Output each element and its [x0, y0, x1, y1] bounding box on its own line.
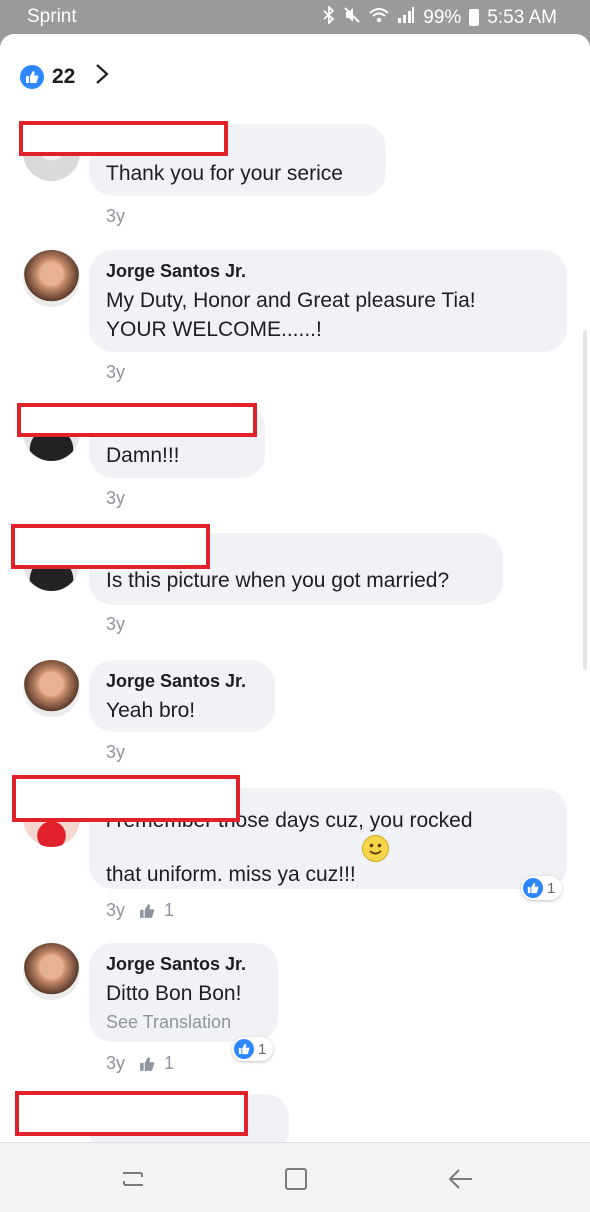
- comment-text: Is this picture when you got married?: [106, 569, 450, 592]
- comment-time[interactable]: 3y: [106, 1053, 125, 1074]
- see-translation-link[interactable]: See Translation: [106, 1012, 261, 1033]
- home-icon[interactable]: [278, 1161, 314, 1197]
- avatar[interactable]: [23, 943, 80, 1000]
- reaction-badge[interactable]: 1: [232, 1037, 274, 1061]
- comment-text: Ditto Bon Bon!: [106, 982, 242, 1005]
- comment-time[interactable]: 3y: [106, 362, 125, 383]
- like-count-value: 1: [164, 1053, 175, 1073]
- reaction-count: 1: [258, 1040, 267, 1058]
- comment-time[interactable]: 3y: [106, 488, 125, 509]
- status-bar: Sprint 99% 5:53 AM: [0, 0, 590, 34]
- chevron-right-icon[interactable]: [95, 63, 110, 90]
- comment-author[interactable]: Jorge Santos Jr.: [106, 261, 550, 282]
- like-count: 22: [52, 64, 76, 88]
- like-count-value: 1: [164, 900, 175, 920]
- avatar[interactable]: [23, 250, 80, 307]
- redaction-box: [19, 121, 228, 156]
- comment-time[interactable]: 3y: [106, 900, 125, 921]
- reaction-badge[interactable]: 1: [521, 876, 563, 900]
- thumbs-up-icon: [140, 903, 155, 918]
- battery-icon: [469, 9, 480, 26]
- reaction-count: 1: [547, 879, 556, 897]
- redaction-box: [15, 1091, 248, 1136]
- like-icon: [523, 878, 543, 898]
- redaction-box: [17, 403, 257, 437]
- navigation-bar: [0, 1142, 590, 1212]
- comment-time[interactable]: 3y: [106, 614, 125, 635]
- scrollbar[interactable]: [583, 330, 587, 670]
- comment-time[interactable]: 3y: [106, 206, 125, 227]
- comment-meta: 3y: [106, 614, 125, 635]
- comment-author[interactable]: Jorge Santos Jr.: [106, 671, 258, 692]
- redaction-box: [12, 775, 240, 822]
- reactions-summary[interactable]: 22: [20, 63, 110, 90]
- like-icon: [20, 64, 44, 89]
- bluetooth-icon: [323, 4, 335, 29]
- recent-apps-icon[interactable]: [115, 1161, 151, 1197]
- comment-like-count[interactable]: 1: [139, 1053, 174, 1074]
- comment-meta: 3y: [106, 742, 125, 763]
- back-icon[interactable]: [443, 1161, 479, 1197]
- avatar[interactable]: [23, 660, 80, 717]
- thumbs-up-icon: [140, 1056, 155, 1071]
- comment-time[interactable]: 3y: [106, 742, 125, 763]
- comment-bubble[interactable]: Jorge Santos Jr. Ditto Bon Bon! See Tran…: [89, 943, 278, 1042]
- comment-text: Thank you for your serice: [106, 162, 343, 185]
- comment-meta: 3y 1: [106, 900, 174, 921]
- comment-text: My Duty, Honor and Great pleasure Tia! Y…: [106, 289, 476, 341]
- signal-icon: [397, 7, 415, 28]
- like-icon: [234, 1039, 254, 1059]
- comment-author[interactable]: Jorge Santos Jr.: [106, 954, 261, 975]
- comments-sheet: 22 Thank you for your serice 3y Jorge Sa…: [0, 34, 590, 1142]
- comment-meta: 3y: [106, 488, 125, 509]
- redaction-box: [11, 524, 210, 569]
- comment-meta: 3y 1: [106, 1053, 174, 1074]
- comment-bubble[interactable]: Jorge Santos Jr. My Duty, Honor and Grea…: [89, 250, 567, 352]
- status-indicators: 99% 5:53 AM: [323, 4, 557, 29]
- comment-text: Yeah bro!: [106, 699, 196, 722]
- clock: 5:53 AM: [487, 6, 557, 28]
- comment-like-count[interactable]: 1: [139, 900, 174, 921]
- comment-bubble[interactable]: Jorge Santos Jr. Yeah bro!: [89, 660, 275, 732]
- mute-icon: [343, 6, 361, 29]
- battery-percent: 99%: [423, 6, 462, 28]
- comment-meta: 3y: [106, 362, 125, 383]
- smiley-emoji: [361, 835, 389, 862]
- carrier-label: Sprint: [27, 6, 77, 27]
- comment-text: Damn!!!: [106, 444, 180, 467]
- wifi-icon: [369, 7, 389, 28]
- comment-meta: 3y: [106, 206, 125, 227]
